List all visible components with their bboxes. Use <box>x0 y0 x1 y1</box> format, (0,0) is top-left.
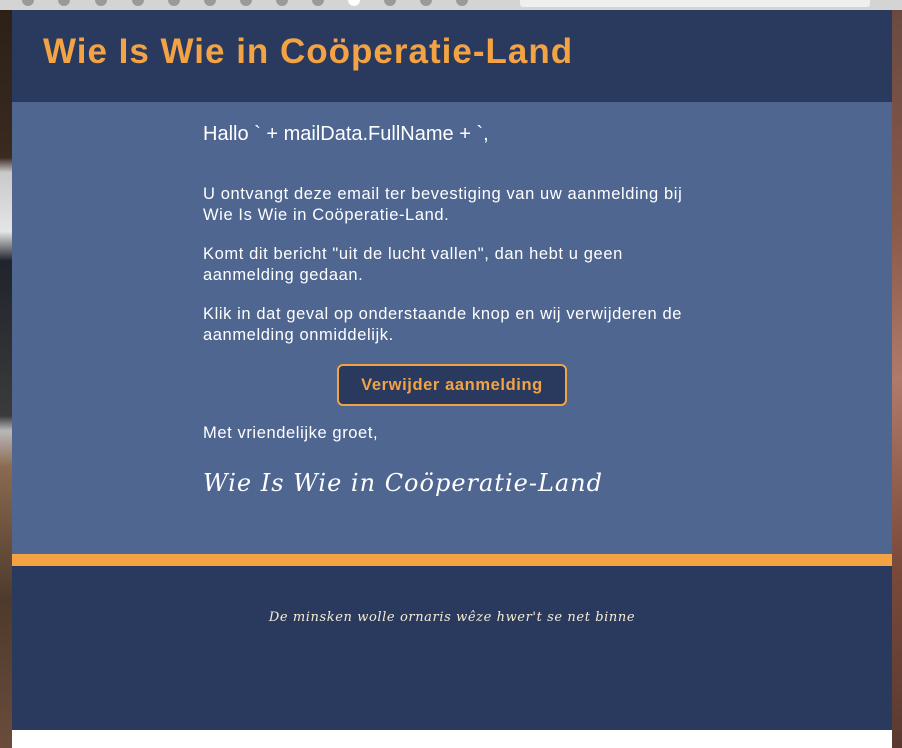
tab-favicon-icon[interactable] <box>240 0 252 6</box>
tab-favicon-icon[interactable] <box>420 0 432 6</box>
closing-text: Met vriendelijke groet, <box>203 424 379 442</box>
footer-motto: De minsken wolle ornaris wêze hwer't se … <box>268 610 636 625</box>
email-body-text: Hallo ` + mailData.FullName + `, U ontva… <box>203 122 703 497</box>
paragraph-unexpected: Komt dit bericht "uit de lucht vallen", … <box>203 245 623 284</box>
greeting: Hallo ` + mailData.FullName + `, <box>203 123 489 145</box>
paragraph-confirmation: U ontvangt deze email ter bevestiging va… <box>203 185 683 224</box>
accent-divider <box>12 554 892 566</box>
button-container: Verwijder aanmelding <box>203 364 703 406</box>
tab-favicon-icon[interactable] <box>58 0 70 6</box>
tab-favicon-icon[interactable] <box>132 0 144 6</box>
paragraph-instruction: Klik in dat geval op onderstaande knop e… <box>203 305 683 344</box>
signature: Wie Is Wie in Coöperatie-Land <box>203 469 604 497</box>
delete-registration-button[interactable]: Verwijder aanmelding <box>337 364 567 406</box>
tab-favicon-icon[interactable] <box>276 0 288 6</box>
desktop-background-right <box>892 10 902 748</box>
tab-favicon-icon[interactable] <box>95 0 107 6</box>
site-title: Wie Is Wie in Coöperatie-Land <box>43 32 574 71</box>
tab-favicon-icon[interactable] <box>168 0 180 6</box>
tab-favicon-icon[interactable] <box>348 0 360 6</box>
desktop-background-left <box>0 10 12 748</box>
tab-favicon-icon[interactable] <box>312 0 324 6</box>
tab-favicon-icon[interactable] <box>384 0 396 6</box>
tab-favicon-icon[interactable] <box>456 0 468 6</box>
email-footer: De minsken wolle ornaris wêze hwer't se … <box>12 566 892 730</box>
browser-tab-strip <box>0 0 902 10</box>
email-header: Wie Is Wie in Coöperatie-Land <box>12 10 892 102</box>
address-bar[interactable] <box>520 0 870 7</box>
email-body: Hallo ` + mailData.FullName + `, U ontva… <box>12 102 892 554</box>
tab-favicon-icon[interactable] <box>204 0 216 6</box>
tab-favicon-icon[interactable] <box>22 0 34 6</box>
email-page: Wie Is Wie in Coöperatie-Land Hallo ` + … <box>12 10 892 730</box>
